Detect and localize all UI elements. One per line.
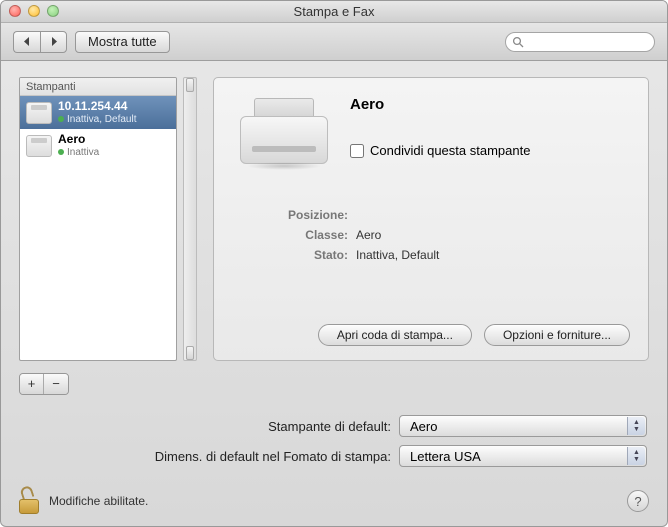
printer-icon bbox=[26, 135, 52, 157]
form-rows: Stampante di default: Aero ▲▼ Dimens. di… bbox=[19, 415, 649, 467]
paper-size-label: Dimens. di default nel Fomato di stampa: bbox=[19, 449, 399, 464]
printer-item-name: 10.11.254.44 bbox=[58, 100, 136, 114]
state-value: Inattiva, Default bbox=[356, 248, 439, 262]
add-printer-button[interactable]: + bbox=[20, 374, 44, 394]
info-row-class: Classe: Aero bbox=[272, 228, 630, 242]
content-area: Stampanti 10.11.254.44 Inattiva, Default… bbox=[1, 61, 667, 371]
remove-printer-button[interactable]: − bbox=[44, 374, 68, 394]
close-window-button[interactable] bbox=[9, 5, 21, 17]
info-rows: Posizione: Classe: Aero Stato: Inattiva,… bbox=[272, 208, 630, 268]
printer-item-status: Inattiva bbox=[58, 147, 99, 159]
minimize-window-button[interactable] bbox=[28, 5, 40, 17]
lock-area[interactable]: Modifiche abilitate. bbox=[19, 488, 148, 514]
position-label: Posizione: bbox=[272, 208, 348, 222]
nav-buttons bbox=[13, 31, 67, 53]
footer: Modifiche abilitate. ? bbox=[19, 488, 649, 514]
details-right: Aero Condividi questa stampante bbox=[350, 94, 630, 158]
printer-icon bbox=[26, 102, 52, 124]
default-printer-value: Aero bbox=[410, 419, 437, 434]
sidebar: Stampanti 10.11.254.44 Inattiva, Default… bbox=[19, 77, 199, 361]
printer-item-name: Aero bbox=[58, 133, 99, 147]
window-title: Stampa e Fax bbox=[294, 4, 375, 19]
scrollbar[interactable] bbox=[183, 77, 197, 361]
printer-title: Aero bbox=[350, 94, 630, 113]
share-printer-checkbox[interactable] bbox=[350, 144, 364, 158]
search-field[interactable] bbox=[505, 32, 655, 52]
printers-list: Stampanti 10.11.254.44 Inattiva, Default… bbox=[19, 77, 177, 361]
share-printer-label: Condividi questa stampante bbox=[370, 143, 530, 158]
paper-size-select[interactable]: Lettera USA ▲▼ bbox=[399, 445, 647, 467]
printer-large-icon bbox=[240, 94, 328, 170]
default-printer-label: Stampante di default: bbox=[19, 419, 399, 434]
show-all-button[interactable]: Mostra tutte bbox=[75, 31, 170, 53]
zoom-window-button[interactable] bbox=[47, 5, 59, 17]
paper-size-row: Dimens. di default nel Fomato di stampa:… bbox=[19, 445, 649, 467]
help-button[interactable]: ? bbox=[627, 490, 649, 512]
open-print-queue-button[interactable]: Apri coda di stampa... bbox=[318, 324, 472, 346]
titlebar: Stampa e Fax bbox=[1, 1, 667, 23]
info-row-position: Posizione: bbox=[272, 208, 630, 222]
printer-details: Aero Condividi questa stampante Posizion… bbox=[213, 77, 649, 361]
printer-list-item[interactable]: Aero Inattiva bbox=[20, 129, 176, 162]
chevron-left-icon bbox=[23, 37, 31, 46]
options-supplies-button[interactable]: Opzioni e forniture... bbox=[484, 324, 630, 346]
printers-list-body: 10.11.254.44 Inattiva, Default Aero Inat… bbox=[20, 96, 176, 360]
share-printer-row[interactable]: Condividi questa stampante bbox=[350, 143, 630, 158]
search-input[interactable] bbox=[528, 35, 648, 49]
traffic-lights bbox=[9, 5, 59, 17]
class-label: Classe: bbox=[272, 228, 348, 242]
default-printer-row: Stampante di default: Aero ▲▼ bbox=[19, 415, 649, 437]
back-button[interactable] bbox=[13, 31, 40, 53]
updown-arrows-icon: ▲▼ bbox=[627, 417, 645, 435]
printer-list-item[interactable]: 10.11.254.44 Inattiva, Default bbox=[20, 96, 176, 129]
toolbar: Mostra tutte bbox=[1, 23, 667, 61]
lock-text: Modifiche abilitate. bbox=[49, 494, 148, 508]
search-icon bbox=[512, 36, 524, 48]
info-row-state: Stato: Inattiva, Default bbox=[272, 248, 630, 262]
forward-button[interactable] bbox=[40, 31, 67, 53]
printer-item-status: Inattiva, Default bbox=[58, 114, 136, 126]
lock-open-icon bbox=[19, 488, 41, 514]
below-area: + − Stampante di default: Aero ▲▼ Dimens… bbox=[1, 371, 667, 483]
add-remove-buttons: + − bbox=[19, 373, 69, 395]
preferences-window: Stampa e Fax Mostra tutte Stampanti bbox=[0, 0, 668, 527]
detail-buttons: Apri coda di stampa... Opzioni e fornitu… bbox=[318, 324, 630, 346]
printers-list-header: Stampanti bbox=[20, 78, 176, 96]
chevron-right-icon bbox=[50, 37, 58, 46]
state-label: Stato: bbox=[272, 248, 348, 262]
updown-arrows-icon: ▲▼ bbox=[627, 447, 645, 465]
default-printer-select[interactable]: Aero ▲▼ bbox=[399, 415, 647, 437]
class-value: Aero bbox=[356, 228, 381, 242]
details-top: Aero Condividi questa stampante bbox=[232, 94, 630, 170]
paper-size-value: Lettera USA bbox=[410, 449, 481, 464]
